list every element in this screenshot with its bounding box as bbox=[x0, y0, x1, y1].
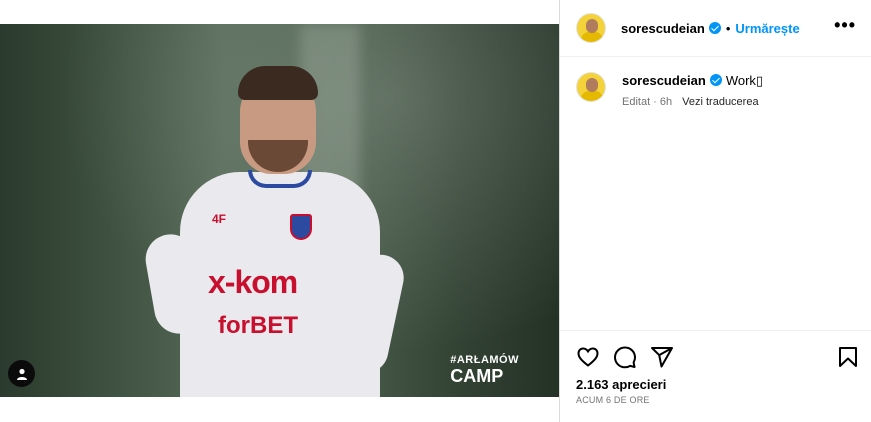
caption-username[interactable]: sorescudeian bbox=[622, 73, 706, 88]
club-crest-icon bbox=[290, 214, 312, 240]
caption-meta: Editat · 6h Vezi traducerea bbox=[622, 96, 759, 108]
follow-button[interactable]: Urmărește bbox=[735, 21, 799, 36]
likes-count[interactable]: 2.163 aprecieri bbox=[576, 377, 666, 392]
player-figure: 4F x-kom forBET bbox=[141, 54, 410, 397]
jersey-sponsor-main: x-kom bbox=[208, 264, 298, 300]
post-actions: 2.163 aprecieri ACUM 6 DE ORE bbox=[560, 330, 871, 422]
comment-icon[interactable] bbox=[613, 345, 637, 369]
bookmark-icon[interactable] bbox=[836, 345, 860, 369]
post-header: sorescudeian • Urmărește ••• bbox=[560, 0, 871, 57]
author-username[interactable]: sorescudeian bbox=[621, 21, 705, 36]
player-hair bbox=[238, 66, 318, 100]
instagram-post-view: 4F x-kom forBET #ARŁAMÓW CAMP sorescudei… bbox=[0, 0, 871, 422]
avatar-body bbox=[581, 32, 603, 42]
watermark-title: CAMP bbox=[450, 366, 504, 386]
jersey-brand-logo: 4F bbox=[212, 212, 227, 226]
camp-watermark: #ARŁAMÓW CAMP bbox=[450, 354, 519, 387]
caption-text: Work▯ bbox=[725, 73, 764, 88]
author-avatar[interactable] bbox=[576, 13, 606, 43]
separator-dot: • bbox=[725, 21, 731, 36]
more-options-icon[interactable]: ••• bbox=[834, 16, 856, 34]
verified-badge-icon bbox=[708, 22, 721, 34]
verified-badge-icon bbox=[709, 74, 722, 86]
share-icon[interactable] bbox=[650, 345, 674, 369]
header-author-line: sorescudeian • Urmărește bbox=[621, 20, 800, 38]
caption: sorescudeian Work▯ bbox=[622, 72, 763, 90]
avatar-face bbox=[586, 78, 598, 92]
jersey-sponsor-secondary: forBET bbox=[218, 312, 298, 339]
caption-avatar[interactable] bbox=[576, 72, 606, 102]
post-media-image[interactable]: 4F x-kom forBET #ARŁAMÓW CAMP bbox=[0, 24, 559, 397]
avatar-body bbox=[581, 91, 603, 101]
edited-timestamp: Editat · 6h bbox=[622, 96, 673, 108]
watermark-tag: #ARŁAMÓW bbox=[450, 354, 519, 366]
jersey-collar bbox=[248, 170, 312, 188]
translate-link[interactable]: Vezi traducerea bbox=[682, 96, 758, 108]
post-timestamp: ACUM 6 DE ORE bbox=[576, 395, 650, 405]
tagged-user-icon[interactable] bbox=[8, 360, 35, 387]
heart-icon[interactable] bbox=[576, 345, 600, 369]
avatar-face bbox=[586, 19, 598, 33]
post-sidebar: sorescudeian • Urmărește ••• sorescudeian W… bbox=[559, 0, 871, 422]
